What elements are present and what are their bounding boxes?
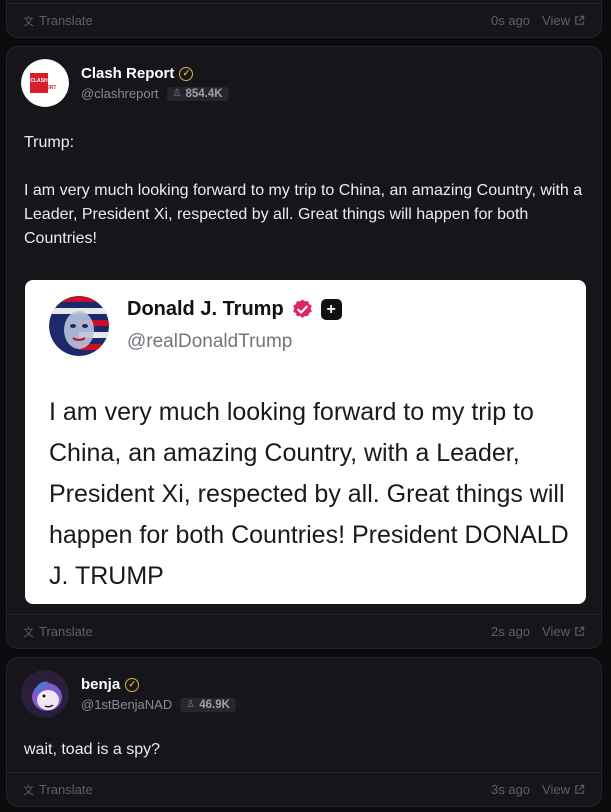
- quoted-post-image[interactable]: Donald J. Trump + @realDonaldTrump I am …: [25, 280, 586, 604]
- translate-icon: 文: [23, 626, 34, 639]
- benja-avatar-image: [21, 670, 69, 718]
- avatar[interactable]: CLASH REPORT: [21, 59, 69, 107]
- external-link-icon: [575, 784, 585, 794]
- translate-icon: 文: [23, 15, 34, 28]
- post-time: 3s ago: [491, 782, 531, 797]
- author-name[interactable]: benja: [81, 676, 120, 693]
- follower-count-badge: ♙ 854.4K: [166, 86, 229, 101]
- post-text: wait, toad is a spy?: [24, 741, 161, 758]
- view-button[interactable]: View: [542, 13, 585, 28]
- translate-label: Translate: [39, 782, 93, 797]
- author-handle[interactable]: @clashreport: [81, 86, 159, 101]
- post-footer: 文 Translate 3s ago View: [7, 772, 601, 806]
- quoted-text: I am very much looking forward to my tri…: [49, 398, 569, 590]
- author-handle[interactable]: @1stBenjaNAD: [81, 697, 172, 712]
- verified-badge-icon: [292, 299, 312, 318]
- verified-icon: ✓: [179, 66, 194, 81]
- view-button[interactable]: View: [542, 624, 585, 639]
- plus-icon: +: [320, 299, 342, 320]
- translate-button[interactable]: 文 Translate: [23, 782, 93, 798]
- svg-text:CLASH: CLASH: [30, 78, 48, 84]
- post-header: benja ✓ @1stBenjaNAD ♙ 46.9K: [21, 670, 236, 718]
- view-label: View: [542, 782, 570, 797]
- follower-count-badge: ♙ 46.9K: [180, 697, 236, 712]
- translate-button[interactable]: 文 Translate: [23, 13, 93, 29]
- trump-avatar-image: [49, 296, 109, 356]
- avatar[interactable]: [21, 670, 69, 718]
- quoted-name-row: Donald J. Trump +: [127, 298, 342, 321]
- view-label: View: [542, 624, 570, 639]
- post-time: 2s ago: [491, 624, 531, 639]
- follower-count: 854.4K: [185, 87, 223, 100]
- post-card[interactable]: benja ✓ @1stBenjaNAD ♙ 46.9K wait, toad …: [6, 657, 602, 807]
- translate-label: Translate: [39, 13, 93, 28]
- post-header: CLASH REPORT Clash Report ✓ @clashreport…: [21, 59, 229, 107]
- post-footer: 文 Translate 2s ago View: [7, 614, 601, 648]
- view-button[interactable]: View: [542, 782, 585, 797]
- external-link-icon: [575, 15, 585, 25]
- person-icon: ♙: [186, 699, 196, 710]
- previous-post-card: 文 Translate 0s ago View: [6, 0, 602, 38]
- person-icon: ♙: [172, 88, 182, 99]
- post-text: Trump: I am very much looking forward to…: [24, 134, 583, 247]
- external-link-icon: [575, 626, 585, 636]
- verified-icon: ✓: [125, 677, 140, 692]
- quoted-author-name: Donald J. Trump: [127, 298, 284, 320]
- translate-icon: 文: [23, 784, 34, 797]
- translate-label: Translate: [39, 624, 93, 639]
- svg-text:REPORT: REPORT: [36, 85, 57, 91]
- post-time: 0s ago: [491, 13, 531, 28]
- post-card[interactable]: CLASH REPORT Clash Report ✓ @clashreport…: [6, 46, 602, 649]
- author-name[interactable]: Clash Report: [81, 65, 174, 82]
- post-footer: 文 Translate 0s ago View: [7, 3, 601, 37]
- quoted-handle: @realDonaldTrump: [127, 331, 293, 352]
- view-label: View: [542, 13, 570, 28]
- follower-count: 46.9K: [199, 698, 230, 711]
- translate-button[interactable]: 文 Translate: [23, 624, 93, 640]
- quoted-avatar: [49, 296, 109, 356]
- clash-report-logo: CLASH REPORT: [21, 59, 69, 107]
